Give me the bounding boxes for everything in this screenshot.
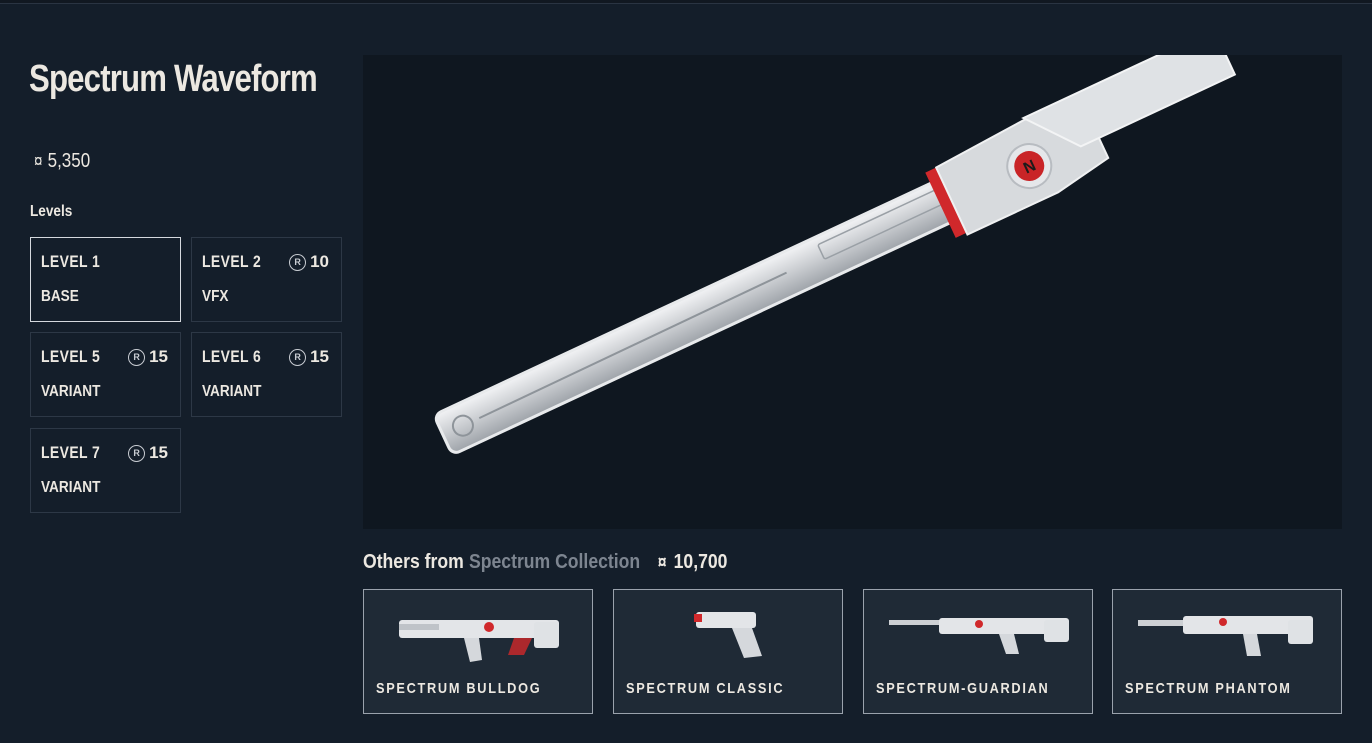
melee-knife-image: N <box>434 32 1237 454</box>
level-name: LEVEL 2 <box>202 252 262 271</box>
valorant-points-icon: ¤ <box>34 151 43 171</box>
level-name: LEVEL 5 <box>41 347 101 366</box>
phantom-image <box>1138 616 1313 656</box>
collection-heading: Others from Spectrum Collection ¤ 10,700 <box>363 551 727 574</box>
level-card-7[interactable]: LEVEL 7 R 15 VARIANT <box>30 428 181 513</box>
level-type: VARIANT <box>202 383 262 400</box>
level-type: VARIANT <box>41 383 101 400</box>
price-value: 5,350 <box>47 150 91 172</box>
valorant-points-icon: ¤ <box>657 552 667 572</box>
collection-total-value: 10,700 <box>673 551 728 573</box>
levels-heading: Levels <box>30 203 73 220</box>
level-cost-value: 10 <box>310 252 329 271</box>
skin-title: Spectrum Waveform <box>29 58 318 100</box>
collection-item-name: SPECTRUM CLASSIC <box>626 680 785 697</box>
collection-item-phantom[interactable]: SPECTRUM PHANTOM <box>1112 589 1342 714</box>
collection-item-name: SPECTRUM BULLDOG <box>376 680 542 697</box>
radianite-icon: R <box>289 348 307 366</box>
level-type: VARIANT <box>41 479 101 496</box>
guardian-image <box>889 618 1069 654</box>
collection-item-classic[interactable]: SPECTRUM CLASSIC <box>613 589 843 714</box>
level-cost: R 15 <box>128 443 168 463</box>
radianite-icon: R <box>289 253 307 271</box>
level-type: VFX <box>202 288 229 305</box>
skin-price: ¤ 5,350 <box>34 150 90 173</box>
level-card-1[interactable]: LEVEL 1 BASE <box>30 237 181 322</box>
level-cost: R 15 <box>289 347 329 367</box>
level-type: BASE <box>41 288 79 305</box>
radianite-icon: R <box>128 444 146 462</box>
level-card-5[interactable]: LEVEL 5 R 15 VARIANT <box>30 332 181 417</box>
collection-item-name: SPECTRUM-GUARDIAN <box>876 680 1050 697</box>
level-card-2[interactable]: LEVEL 2 R 10 VFX <box>191 237 342 322</box>
collection-item-name: SPECTRUM PHANTOM <box>1125 680 1292 697</box>
classic-image <box>694 612 762 658</box>
level-cost-value: 15 <box>310 347 329 366</box>
bulldog-image <box>399 620 559 662</box>
collection-link[interactable]: Spectrum Collection <box>469 551 640 574</box>
level-cost: R 10 <box>289 252 329 272</box>
level-name: LEVEL 6 <box>202 347 262 366</box>
level-name: LEVEL 1 <box>41 252 101 271</box>
skin-preview: N <box>363 32 1342 529</box>
collection-item-guardian[interactable]: SPECTRUM-GUARDIAN <box>863 589 1093 714</box>
level-cost-value: 15 <box>149 443 168 462</box>
collection-item-bulldog[interactable]: SPECTRUM BULLDOG <box>363 589 593 714</box>
level-cost-value: 15 <box>149 347 168 366</box>
top-border <box>0 0 1372 4</box>
others-prefix: Others from <box>363 551 464 573</box>
level-cost: R 15 <box>128 347 168 367</box>
collection-total: ¤ 10,700 <box>658 551 728 574</box>
radianite-icon: R <box>128 348 146 366</box>
level-card-6[interactable]: LEVEL 6 R 15 VARIANT <box>191 332 342 417</box>
level-name: LEVEL 7 <box>41 443 101 462</box>
